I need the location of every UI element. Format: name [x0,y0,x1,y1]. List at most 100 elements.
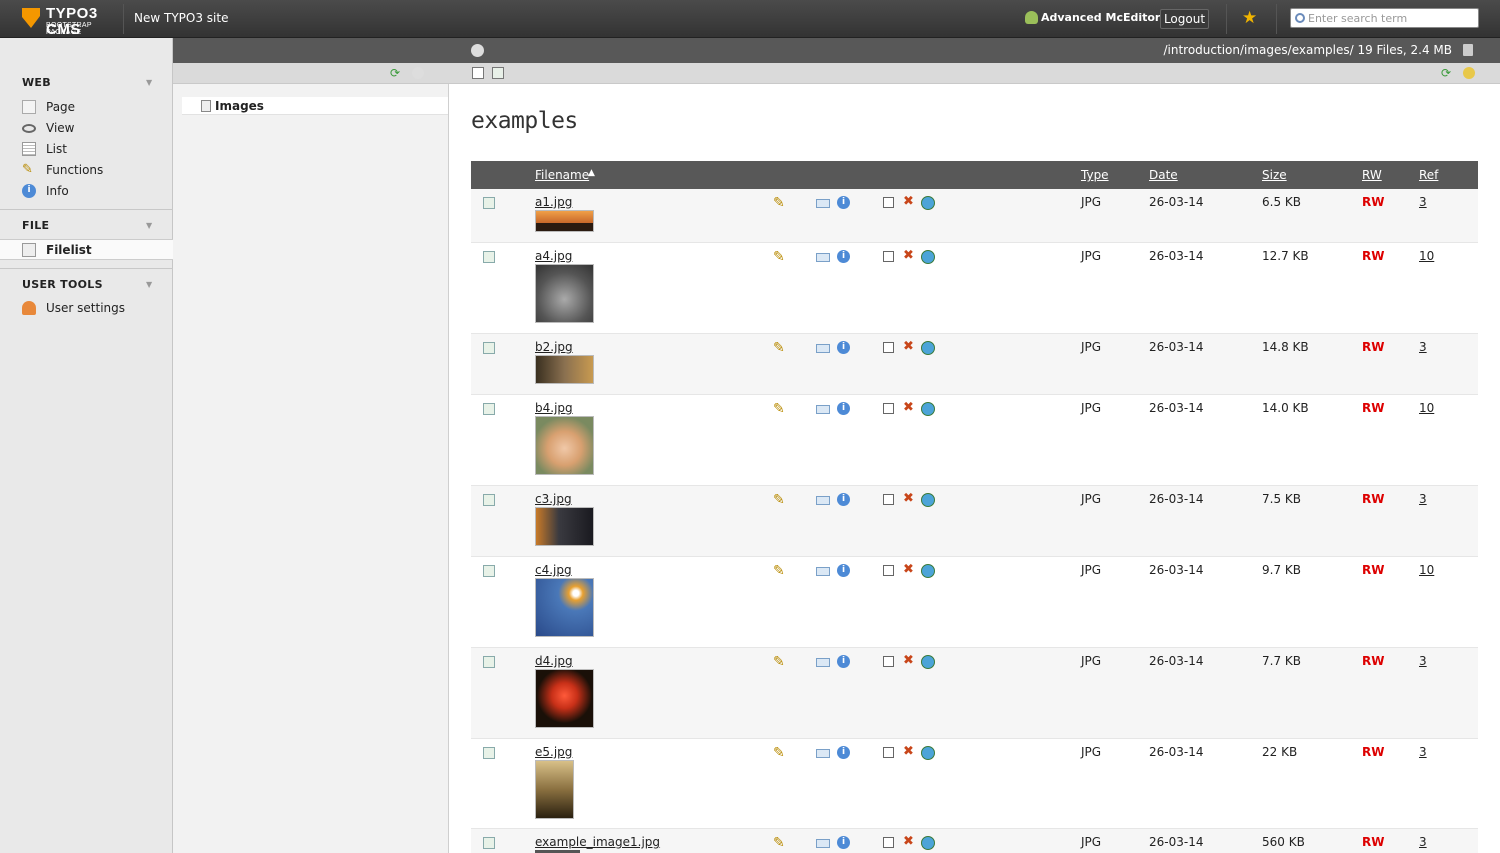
edit-metadata-pencil-icon[interactable]: ✎ [773,249,787,265]
search-input[interactable] [1308,11,1473,25]
info-icon[interactable]: i [837,250,850,263]
edit-metadata-pencil-icon[interactable]: ✎ [773,492,787,508]
module-view[interactable]: View [22,119,74,137]
web-link-icon[interactable] [921,196,935,210]
edit-metadata-pencil-icon[interactable]: ✎ [773,563,787,579]
filename-link[interactable]: a1.jpg [535,195,572,209]
group-file-header[interactable]: FILE [22,219,49,232]
file-type-icon[interactable] [483,747,495,759]
filename-link[interactable]: b2.jpg [535,340,573,354]
info-icon[interactable]: i [837,341,850,354]
file-ref-link[interactable]: 3 [1419,340,1427,354]
file-type-icon[interactable] [483,837,495,849]
copy-icon[interactable] [883,747,894,758]
view-file-icon[interactable] [816,496,830,505]
thumbnail-image[interactable] [535,416,594,475]
group-user-tools-header[interactable]: USER TOOLS [22,278,103,291]
view-file-icon[interactable] [816,253,830,262]
thumbnail-image[interactable] [535,507,594,546]
module-info[interactable]: i Info [22,182,69,200]
cut-icon[interactable]: ✖ [903,834,917,849]
file-ref-link[interactable]: 10 [1419,563,1434,577]
filename-link[interactable]: d4.jpg [535,654,573,668]
web-link-icon[interactable] [921,402,935,416]
cut-icon[interactable]: ✖ [903,400,917,415]
file-ref-link[interactable]: 3 [1419,654,1427,668]
view-file-icon[interactable] [816,839,830,848]
web-link-icon[interactable] [921,341,935,355]
logout-button[interactable]: Logout [1160,9,1209,29]
info-icon[interactable]: i [837,402,850,415]
help-circle-icon[interactable] [471,44,484,57]
copy-icon[interactable] [883,251,894,262]
edit-metadata-pencil-icon[interactable]: ✎ [773,195,787,211]
site-name-link[interactable]: New TYPO3 site [134,11,228,25]
web-link-icon[interactable] [921,493,935,507]
file-ref-link[interactable]: 3 [1419,745,1427,759]
copy-icon[interactable] [883,656,894,667]
cut-icon[interactable]: ✖ [903,562,917,577]
bookmarks-star-icon[interactable]: ★ [1242,8,1257,28]
filename-link[interactable]: example_image1.jpg [535,835,660,849]
cut-icon[interactable]: ✖ [903,248,917,263]
tree-node-images[interactable]: Images [182,97,448,115]
cut-icon[interactable]: ✖ [903,339,917,354]
user-menu[interactable]: Advanced McEditor [1025,11,1160,24]
view-file-icon[interactable] [816,749,830,758]
file-ref-link[interactable]: 3 [1419,195,1427,209]
filename-link[interactable]: b4.jpg [535,401,573,415]
view-file-icon[interactable] [816,199,830,208]
view-file-icon[interactable] [816,567,830,576]
column-date[interactable]: Date [1149,168,1178,182]
edit-metadata-pencil-icon[interactable]: ✎ [773,654,787,670]
upload-file-icon[interactable] [472,67,484,79]
thumbnail-image[interactable] [535,669,594,728]
collapse-arrow-icon[interactable]: ▼ [146,221,152,230]
web-link-icon[interactable] [921,655,935,669]
file-ref-link[interactable]: 10 [1419,249,1434,263]
cut-icon[interactable]: ✖ [903,491,917,506]
file-type-icon[interactable] [483,565,495,577]
module-filelist[interactable]: Filelist [22,241,92,259]
web-link-icon[interactable] [921,746,935,760]
clipboard-icon[interactable] [1463,44,1473,56]
info-icon[interactable]: i [837,196,850,209]
file-ref-link[interactable]: 3 [1419,835,1427,849]
file-type-icon[interactable] [483,403,495,415]
thumbnail-image[interactable] [535,355,594,384]
file-type-icon[interactable] [483,251,495,263]
shortcut-icon[interactable] [1463,67,1475,79]
copy-icon[interactable] [883,565,894,576]
filename-link[interactable]: e5.jpg [535,745,572,759]
refresh-icon[interactable]: ⟳ [1441,67,1453,79]
view-file-icon[interactable] [816,658,830,667]
column-ref[interactable]: Ref [1419,168,1438,182]
cut-icon[interactable]: ✖ [903,194,917,209]
filename-link[interactable]: a4.jpg [535,249,572,263]
refresh-tree-icon[interactable]: ⟳ [390,67,402,79]
collapse-arrow-icon[interactable]: ▼ [146,78,152,87]
filename-link[interactable]: c3.jpg [535,492,572,506]
info-icon[interactable]: i [837,836,850,849]
info-icon[interactable]: i [837,493,850,506]
file-ref-link[interactable]: 10 [1419,401,1434,415]
file-type-icon[interactable] [483,656,495,668]
typo3-logo[interactable]: TYPO3 CMS BOOTSTRAP PACKAGE [20,6,120,38]
view-file-icon[interactable] [816,405,830,414]
module-user-settings[interactable]: User settings [22,299,125,317]
module-functions[interactable]: ✎ Functions [22,161,103,179]
module-list[interactable]: List [22,140,67,158]
group-web-header[interactable]: WEB [22,76,51,89]
cut-icon[interactable]: ✖ [903,653,917,668]
filename-link[interactable]: c4.jpg [535,563,572,577]
thumbnail-image[interactable] [535,264,594,323]
column-type[interactable]: Type [1081,168,1109,182]
file-ref-link[interactable]: 3 [1419,492,1427,506]
view-file-icon[interactable] [816,344,830,353]
web-link-icon[interactable] [921,836,935,850]
collapse-arrow-icon[interactable]: ▼ [146,280,152,289]
edit-metadata-pencil-icon[interactable]: ✎ [773,745,787,761]
tree-help-icon[interactable] [412,67,424,79]
module-page[interactable]: Page [22,98,75,116]
file-type-icon[interactable] [483,197,495,209]
